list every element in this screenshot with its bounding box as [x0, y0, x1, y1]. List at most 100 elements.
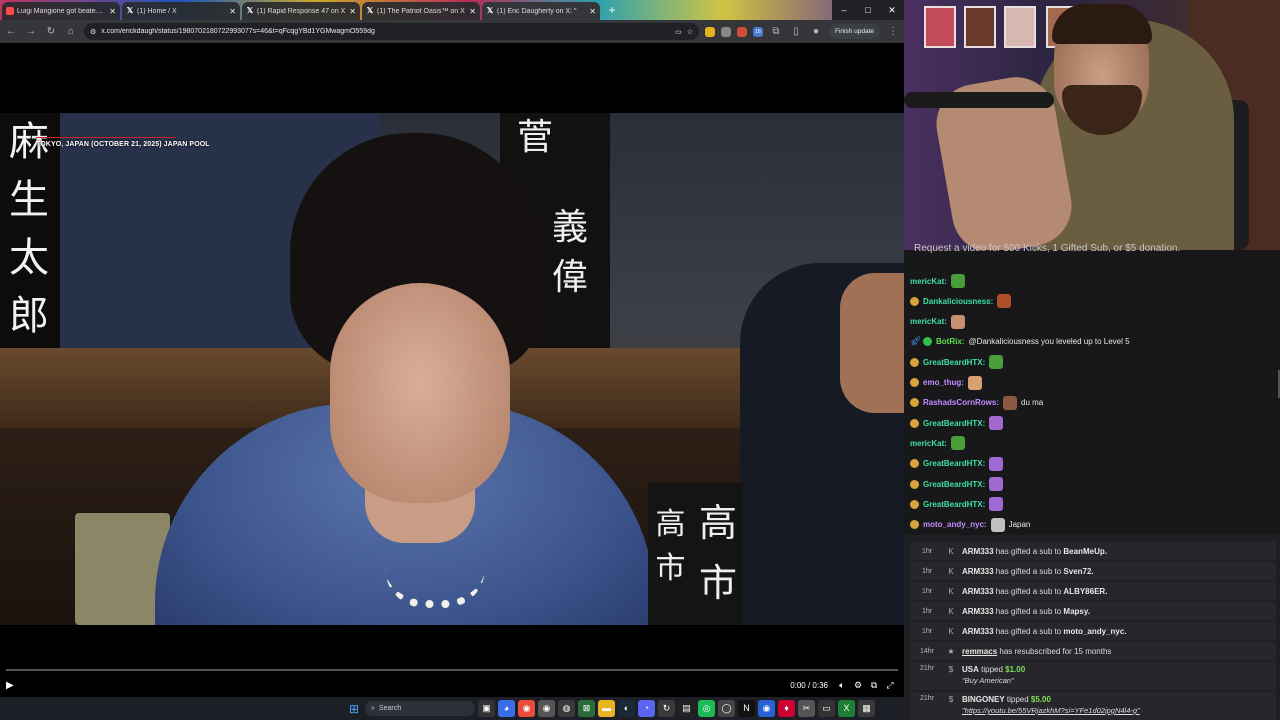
close-tab-icon[interactable]: ✕ [469, 7, 476, 16]
home-icon[interactable]: ⌂ [64, 25, 78, 39]
photos-icon[interactable]: ▦ [858, 700, 875, 717]
activity-user[interactable]: BINGONEY [962, 695, 1005, 704]
chat-username[interactable]: emo_thug: [923, 378, 964, 387]
activity-time: 21hr [919, 665, 934, 672]
activity-user[interactable]: USA [962, 665, 979, 674]
minimize-button[interactable]: – [832, 0, 856, 20]
chrome-profile-icon[interactable]: ◉ [538, 700, 555, 717]
chat-username[interactable]: RashadsCornRows: [923, 398, 999, 407]
activity-item: 21hr $ BINGONEY tipped $5.00 "https://youtu… [910, 692, 1276, 720]
notes-app-icon[interactable]: ▤ [678, 700, 695, 717]
nameboard-kanji-right: 義 偉 [551, 207, 588, 298]
pip-icon[interactable]: ⧉ [866, 680, 882, 691]
steam-icon[interactable]: ◐ [618, 700, 635, 717]
extensions-puzzle-icon[interactable]: ⧉ [769, 25, 783, 39]
play-icon[interactable]: ▶ [6, 680, 18, 691]
close-window-button[interactable]: ✕ [880, 0, 904, 20]
chat-username[interactable]: GreatBeardHTX: [923, 419, 985, 428]
browser-tab[interactable]: 𝕏 (1) Home / X ✕ [122, 2, 240, 20]
browser-toolbar: ← → ↻ ⌂ ⚙ x.com/erickdaugh/status/198070… [0, 20, 904, 43]
extension-icon[interactable] [736, 26, 747, 37]
youtube-favicon-icon [6, 7, 14, 15]
chat-username[interactable]: GreatBeardHTX: [923, 459, 985, 468]
browser-tab[interactable]: 𝕏 (1) The Patriot Oasis™ on X ✕ [362, 2, 480, 20]
new-tab-button[interactable]: + [604, 2, 620, 18]
site-info-icon[interactable]: ⚙ [90, 28, 96, 36]
chat-message: GreatBeardHTX: [910, 353, 1004, 371]
activity-user[interactable]: ARM333 [962, 607, 994, 616]
volume-icon[interactable]: 🔈︎ [834, 680, 850, 691]
browser-tab-active[interactable]: 𝕏 (1) Eric Daugherty on X: " ✕ [482, 2, 600, 20]
chat-username[interactable]: GreatBeardHTX: [923, 480, 985, 489]
chat-username[interactable]: mericKat: [910, 439, 947, 448]
finish-update-button[interactable]: Finish update [828, 24, 880, 39]
notion-icon[interactable]: N [738, 700, 755, 717]
app-icon[interactable]: ◉ [758, 700, 775, 717]
discord-icon[interactable]: ◔ [638, 700, 655, 717]
excel-icon[interactable]: X [838, 700, 855, 717]
tip-amount: $5.00 [1030, 695, 1051, 704]
activity-target: Mapsy. [1063, 606, 1090, 616]
chat-username[interactable]: GreatBeardHTX: [923, 358, 985, 367]
chat-username[interactable]: mericKat: [910, 317, 947, 326]
video-player[interactable]: 麻 生 太 郎 菅 義 偉 高 市 高 市 TOKYO, JAPAN (OCTO… [0, 43, 904, 697]
profile-avatar-icon[interactable]: ● [809, 25, 823, 39]
map-pin-icon[interactable]: ♦ [778, 700, 795, 717]
extension-icon[interactable] [704, 26, 715, 37]
taskbar-search[interactable]: ⌕ Search [365, 701, 475, 716]
close-tab-icon[interactable]: ✕ [349, 7, 356, 16]
snip-icon[interactable]: ✂ [798, 700, 815, 717]
spotify-icon[interactable]: ◎ [698, 700, 715, 717]
chat-banner: Request a video for 500 Kicks, 1 Gifted … [914, 243, 1181, 254]
browser-tab[interactable]: 𝕏 (1) Rapid Response 47 on X ✕ [242, 2, 360, 20]
settings-gear-icon[interactable]: ⚙ [850, 680, 866, 691]
sidepanel-icon[interactable]: ▯ [789, 25, 803, 39]
back-arrow-icon[interactable]: ← [4, 25, 18, 39]
menu-kebab-icon[interactable]: ⋮ [886, 25, 900, 39]
chat-emote-icon [1003, 395, 1018, 410]
nameboard-kanji-right: 菅 [516, 117, 553, 158]
chat-username[interactable]: mericKat: [910, 277, 947, 286]
chat-message: GreatBeardHTX: [910, 475, 1004, 493]
windows-start-icon[interactable]: ⊞ [346, 701, 362, 717]
close-tab-icon[interactable]: ✕ [109, 7, 116, 16]
video-progress-bar[interactable] [6, 669, 898, 671]
chat-username[interactable]: moto_andy_nyc: [923, 520, 987, 529]
activity-user[interactable]: remmacs [962, 647, 997, 656]
chat-username[interactable]: BotRix: [936, 337, 964, 346]
cast-icon[interactable]: ▭ [675, 28, 682, 36]
controller-icon[interactable]: ◍ [558, 700, 575, 717]
file-explorer-icon[interactable]: ▬ [598, 700, 615, 717]
url-text[interactable]: x.com/erickdaugh/status/1980702180722993… [101, 28, 670, 35]
chat-text: du ma [1021, 398, 1044, 408]
chat-username[interactable]: Dankaliciousness: [923, 297, 993, 306]
task-view-icon[interactable]: ▣ [478, 700, 495, 717]
copilot-icon[interactable]: ◕ [498, 700, 515, 717]
extension-badge-icon[interactable]: 16 [752, 26, 763, 37]
display-icon[interactable]: ▭ [818, 700, 835, 717]
forward-arrow-icon[interactable]: → [24, 25, 38, 39]
chat-username[interactable]: GreatBeardHTX: [923, 500, 985, 509]
fullscreen-icon[interactable]: ⤢ [882, 680, 898, 691]
chrome-icon[interactable]: ◉ [518, 700, 535, 717]
refresh-app-icon[interactable]: ↻ [658, 700, 675, 717]
address-bar[interactable]: ⚙ x.com/erickdaugh/status/19807021807229… [84, 23, 699, 40]
extension-icon[interactable] [720, 26, 731, 37]
activity-time: 1hr [921, 567, 933, 575]
obs-icon[interactable]: ◯ [718, 700, 735, 717]
subscriber-badge-icon [910, 296, 919, 306]
activity-user[interactable]: ARM333 [962, 547, 994, 556]
xbox-icon[interactable]: ⊠ [578, 700, 595, 717]
activity-user[interactable]: ARM333 [962, 627, 994, 636]
activity-user[interactable]: ARM333 [962, 587, 994, 596]
maximize-button[interactable]: □ [856, 0, 880, 20]
browser-tab[interactable]: Luigi Mangione got beaten up ✕ [2, 2, 120, 20]
activity-user[interactable]: ARM333 [962, 567, 994, 576]
kick-gift-icon: K [948, 566, 954, 576]
close-tab-icon[interactable]: ✕ [589, 7, 596, 16]
close-tab-icon[interactable]: ✕ [229, 7, 236, 16]
video-frame[interactable]: 麻 生 太 郎 菅 義 偉 高 市 高 市 TOKYO, JAPAN (OCTO… [0, 113, 904, 625]
reload-icon[interactable]: ↻ [44, 25, 58, 39]
bookmark-star-icon[interactable]: ☆ [687, 28, 693, 36]
video-caption: TOKYO, JAPAN (OCTOBER 21, 2025) JAPAN PO… [36, 141, 210, 148]
